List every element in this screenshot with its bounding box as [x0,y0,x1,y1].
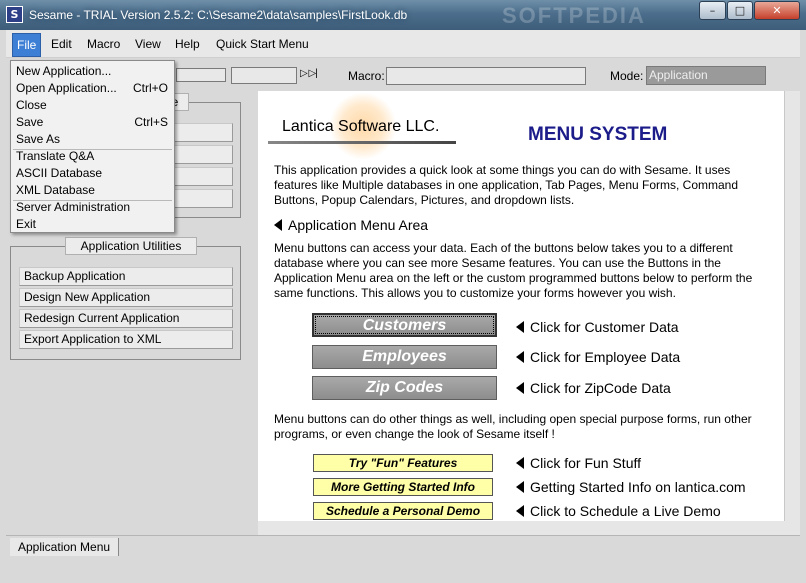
mode-label: Mode: [610,69,644,83]
minimize-button[interactable]: – [699,1,726,20]
menu-help[interactable]: Help [171,35,204,53]
menu-open-application[interactable]: Open Application... Ctrl+O [11,80,174,97]
application-utilities-group: Application Utilities Backup Application… [10,237,241,360]
menu-shortcut: Ctrl+S [134,115,168,129]
other-buttons-text: Menu buttons can do other things as well… [274,412,752,441]
sesame-app-icon[interactable]: S [6,6,23,23]
window-bottom [0,559,806,583]
record-number-field[interactable] [231,67,297,84]
menu-item-label: Save [16,115,44,129]
menu-save-as[interactable]: Save As [11,131,174,148]
triangle-left-icon [516,457,524,469]
triangle-left-icon [516,382,524,394]
menu-edit[interactable]: Edit [47,35,76,53]
menu-server-administration[interactable]: Server Administration [11,199,174,216]
application-utilities-title: Application Utilities [65,237,197,255]
menu-item-label: Close [16,98,47,112]
menu-quick-start[interactable]: Quick Start Menu [212,35,313,53]
getting-started-note: Getting Started Info on lantica.com [516,479,746,495]
triangle-left-icon [516,481,524,493]
lantica-logo: Lantica Software LLC. [282,118,440,135]
menu-macro[interactable]: Macro [83,35,124,53]
intro-text: This application provides a quick look a… [274,163,739,207]
menu-close[interactable]: Close [11,97,174,114]
macro-label: Macro: [348,69,385,83]
menu-ascii-database[interactable]: ASCII Database [11,165,174,182]
menu-translate-qa[interactable]: Translate Q&A [11,148,174,165]
menu-save[interactable]: Save Ctrl+S [11,114,174,131]
title-bar: S Sesame - TRIAL Version 2.5.2: C:\Sesam… [0,0,806,30]
note-text: Click for Customer Data [530,319,679,335]
note-text: Click for Employee Data [530,349,681,365]
zipcodes-note: Click for ZipCode Data [516,380,671,396]
menu-item-label: Translate Q&A [16,149,95,163]
note-text: Getting Started Info on lantica.com [530,479,746,495]
fun-features-button[interactable]: Try "Fun" Features [313,454,493,472]
customers-note: Click for Customer Data [516,319,679,335]
tab-bar: Application Menu [6,535,800,559]
nav-last-icon[interactable]: ▷ ▷| [300,68,318,79]
menu-exit[interactable]: Exit [11,216,174,233]
maximize-button[interactable]: □ [727,1,753,20]
employees-button[interactable]: Employees [312,345,497,369]
horizontal-scrollbar[interactable] [258,521,800,535]
getting-started-button[interactable]: More Getting Started Info [313,478,493,496]
menu-item-label: Exit [16,217,37,231]
employees-note: Click for Employee Data [516,349,680,365]
vertical-scrollbar[interactable] [784,91,800,521]
menu-item-label: Open Application... [16,81,117,95]
file-menu-dropdown: New Application... Open Application... Ct… [10,60,175,233]
note-text: Click for Fun Stuff [530,455,642,471]
mode-field: Application [646,66,766,85]
triangle-left-icon [516,351,524,363]
close-window-button[interactable]: ✕ [754,1,800,20]
tab-application-menu[interactable]: Application Menu [10,538,120,556]
backup-application-button[interactable]: Backup Application [19,267,233,286]
menu-xml-database[interactable]: XML Database [11,182,174,199]
note-text: Click for ZipCode Data [530,380,671,396]
design-new-application-button[interactable]: Design New Application [19,288,233,307]
record-field[interactable] [176,68,226,82]
demo-note: Click to Schedule a Live Demo [516,503,721,519]
customers-button[interactable]: Customers [312,313,497,337]
menu-item-label: New Application... [16,64,112,78]
menu-shortcut: Ctrl+O [132,81,168,95]
menu-new-application[interactable]: New Application... [11,63,174,80]
menu-item-label: Save As [16,132,61,146]
menu-item-label: XML Database [16,183,95,197]
triangle-left-icon [516,505,524,517]
menu-file[interactable]: File [12,33,42,57]
menu-item-label: Server Administration [16,200,131,214]
logo-underline [268,141,456,144]
menu-item-label: ASCII Database [16,166,103,180]
zip-codes-button[interactable]: Zip Codes [312,376,497,400]
triangle-left-icon [274,219,282,231]
fun-note: Click for Fun Stuff [516,455,641,471]
menu-view[interactable]: View [131,35,165,53]
section-heading: Application Menu Area [274,217,428,233]
watermark: SOFTPEDIA [502,3,646,28]
window-title: Sesame - TRIAL Version 2.5.2: C:\Sesame2… [29,8,408,22]
note-text: Click to Schedule a Live Demo [530,503,721,519]
page-title: MENU SYSTEM [528,124,668,145]
macro-field[interactable] [386,67,586,85]
section-title: Application Menu Area [288,217,429,233]
menu-buttons-text: Menu buttons can access your data. Each … [274,241,753,300]
export-application-xml-button[interactable]: Export Application to XML [19,330,233,349]
redesign-current-application-button[interactable]: Redesign Current Application [19,309,233,328]
schedule-demo-button[interactable]: Schedule a Personal Demo [313,502,493,520]
menu-bar: File Edit Macro View Help Quick Start Me… [6,30,800,58]
menu-form: Lantica Software LLC. MENU SYSTEM This a… [258,91,784,521]
triangle-left-icon [516,321,524,333]
